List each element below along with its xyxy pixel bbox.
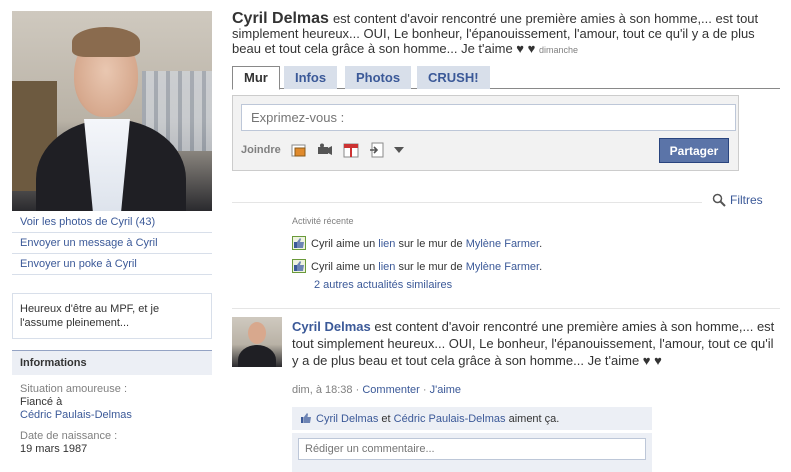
profile-name: Cyril Delmas: [232, 10, 329, 27]
page-link[interactable]: Mylène Farmer: [466, 238, 539, 250]
link-link[interactable]: lien: [378, 261, 395, 273]
tab-crush[interactable]: CRUSH!: [417, 66, 490, 89]
info-header: Informations: [12, 350, 212, 375]
chevron-down-icon[interactable]: [393, 145, 409, 161]
comment-input[interactable]: [298, 438, 646, 460]
event-attach-icon[interactable]: [343, 142, 359, 158]
recent-activity-item: Cyril aime un lien sur le mur de Mylène …: [292, 236, 542, 250]
like-icon: [292, 259, 306, 273]
likes-box: Cyril Delmas et Cédric Paulais-Delmas ai…: [292, 407, 652, 430]
status-input[interactable]: [241, 104, 736, 131]
status-time[interactable]: dimanche: [539, 45, 578, 55]
more-similar-link[interactable]: 2 autres actualités similaires: [314, 279, 452, 291]
send-poke-link[interactable]: Envoyer un poke à Cyril: [12, 254, 212, 275]
birthday-label: Date de naissance :: [20, 430, 118, 442]
profile-tabs: Mur Infos Photos CRUSH!: [232, 66, 780, 90]
comment-link[interactable]: Commenter: [362, 384, 419, 396]
tab-info[interactable]: Infos: [284, 66, 338, 89]
birthday-value: 19 mars 1987: [20, 443, 88, 455]
info-box: Informations Situation amoureuse : Fianc…: [12, 350, 212, 456]
link-attach-icon[interactable]: [369, 142, 385, 158]
relationship-label: Situation amoureuse :: [20, 383, 128, 395]
story-author-link[interactable]: Cyril Delmas: [292, 319, 371, 334]
relationship-value: Fiancé à: [20, 396, 63, 408]
story-avatar[interactable]: [232, 317, 282, 367]
profile-bio: Heureux d'être au MPF, et je l'assume pl…: [12, 293, 212, 339]
like-link[interactable]: J'aime: [430, 384, 461, 396]
main-column: Cyril Delmas est content d'avoir rencontr…: [232, 11, 780, 472]
photo-attach-icon[interactable]: [291, 142, 307, 158]
search-icon: [712, 193, 726, 207]
story-text: Cyril Delmas est content d'avoir rencont…: [292, 318, 780, 369]
profile-picture[interactable]: [12, 11, 212, 211]
link-link[interactable]: lien: [378, 238, 395, 250]
share-button[interactable]: Partager: [659, 138, 729, 163]
story-meta: dim, à 18:38 · Commenter · J'aime: [292, 384, 462, 396]
attach-label: Joindre: [241, 144, 281, 156]
liker-link[interactable]: Cyril Delmas: [316, 413, 378, 425]
filters-label: Filtres: [730, 193, 763, 207]
tab-wall[interactable]: Mur: [232, 66, 280, 90]
story-time[interactable]: dim, à 18:38: [292, 384, 353, 396]
status-composer: Joindre Partager: [232, 95, 739, 171]
send-message-link[interactable]: Envoyer un message à Cyril: [12, 233, 212, 254]
divider: [232, 202, 702, 203]
divider: [232, 308, 780, 309]
relationship-partner-link[interactable]: Cédric Paulais-Delmas: [20, 409, 132, 421]
like-icon: [292, 236, 306, 250]
profile-actions: Voir les photos de Cyril (43) Envoyer un…: [12, 212, 212, 275]
liker-link[interactable]: Cédric Paulais-Delmas: [394, 413, 506, 425]
thumbs-up-icon: [301, 413, 311, 423]
page-link[interactable]: Mylène Farmer: [466, 261, 539, 273]
tab-photos[interactable]: Photos: [345, 66, 412, 89]
video-attach-icon[interactable]: [317, 142, 333, 158]
status-line: Cyril Delmas est content d'avoir rencontr…: [232, 11, 780, 58]
view-photos-link[interactable]: Voir les photos de Cyril (43): [12, 212, 212, 233]
filters-link[interactable]: Filtres: [712, 193, 763, 207]
comment-box: [292, 433, 652, 472]
recent-activity-title: Activité récente: [292, 216, 354, 226]
recent-activity-item: Cyril aime un lien sur le mur de Mylène …: [292, 259, 542, 273]
left-column: Voir les photos de Cyril (43) Envoyer un…: [12, 11, 212, 456]
